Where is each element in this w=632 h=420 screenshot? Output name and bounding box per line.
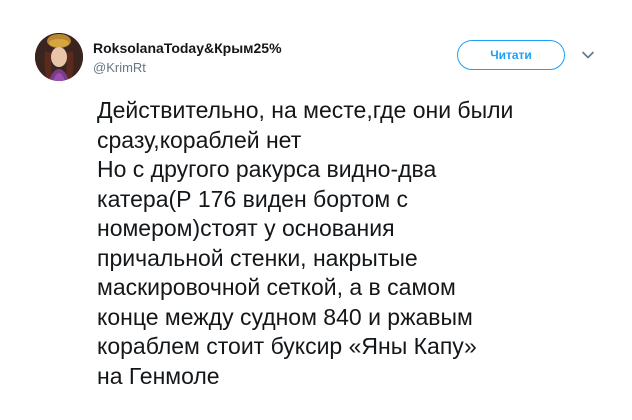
author-username[interactable]: @KrimRt xyxy=(93,60,146,75)
follow-button[interactable]: Читати xyxy=(457,40,565,70)
avatar[interactable] xyxy=(35,33,83,81)
portrait-avatar-icon xyxy=(35,33,83,81)
tweet-card: RoksolanaToday&Крым25% @KrimRt Читати Де… xyxy=(0,0,632,420)
author-display-name[interactable]: RoksolanaToday&Крым25% xyxy=(93,40,282,56)
tweet-header: RoksolanaToday&Крым25% @KrimRt Читати xyxy=(0,0,632,90)
chevron-down-icon[interactable] xyxy=(580,47,596,63)
tweet-text: Действительно, на месте,где они были сра… xyxy=(97,97,514,389)
